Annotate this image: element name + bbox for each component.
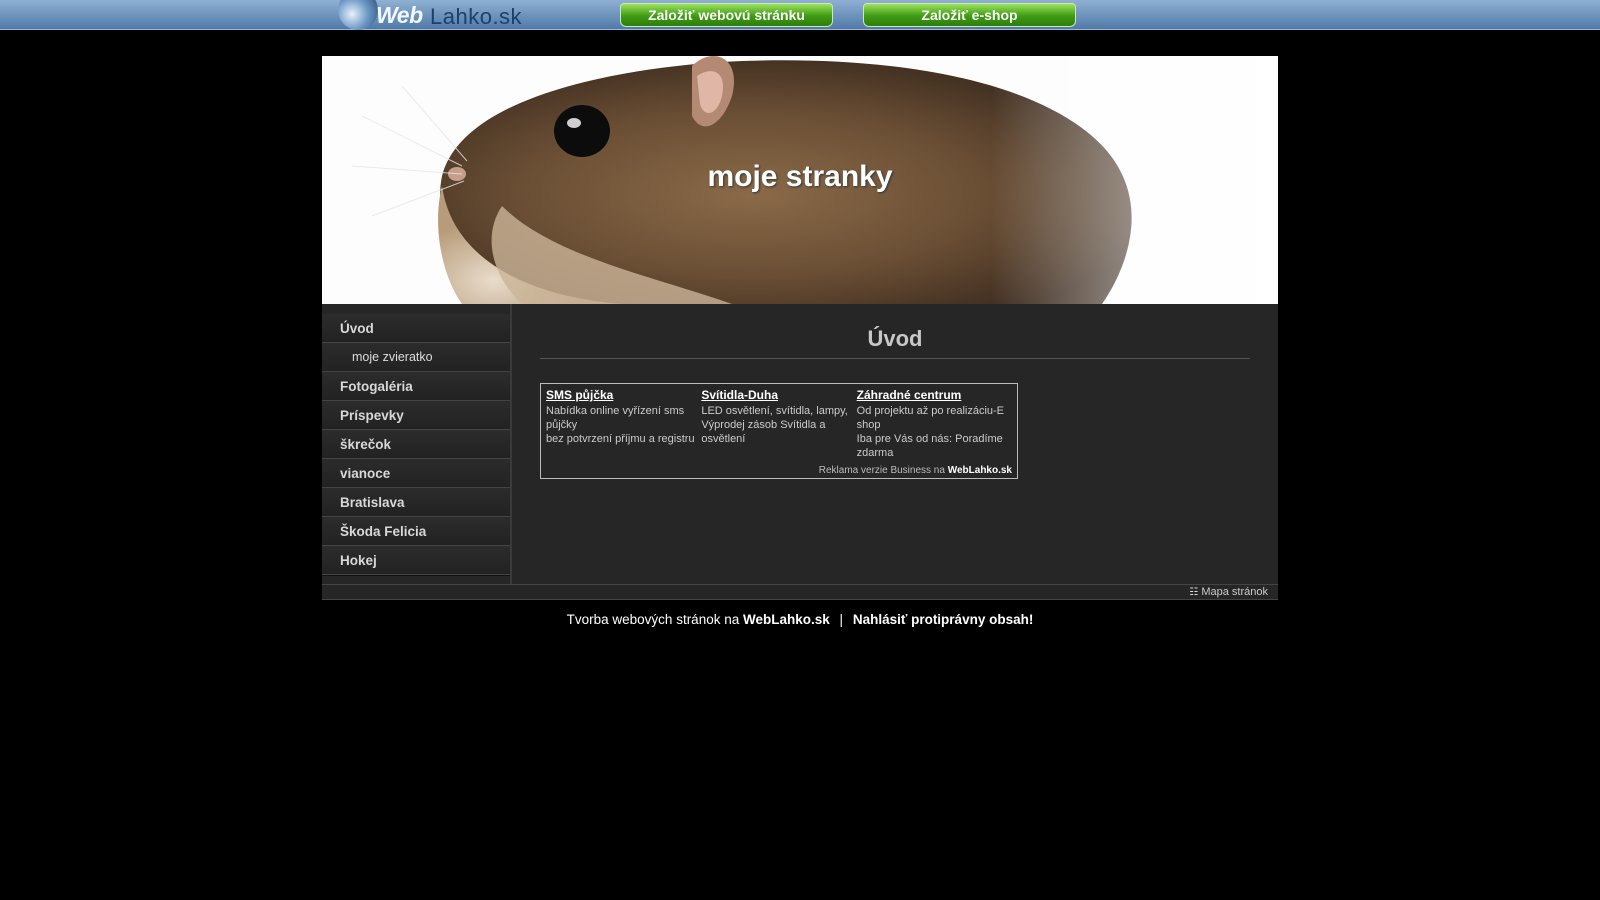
ad-link-svitidla-duha[interactable]: Svítidla-Duha — [701, 388, 852, 402]
ad-text: LED osvětlení, svítidla, lampy, Výprodej… — [701, 405, 848, 445]
ads-row: SMS půjčka Nabídka online vyřízení sms p… — [546, 388, 1012, 460]
page-title: Úvod — [540, 326, 1250, 359]
logo-rest-text: Lahko.sk — [430, 4, 523, 29]
ad-item: Záhradné centrum Od projektu až po reali… — [857, 388, 1012, 460]
site-title[interactable]: moje stranky — [322, 160, 1278, 194]
sidebar-item-moje-zvieratko[interactable]: moje zvieratko — [322, 343, 510, 372]
sitemap-link[interactable]: Mapa stránok — [1201, 586, 1268, 598]
site-title-text: moje stranky — [707, 160, 893, 193]
weblahko-link[interactable]: WebLahko.sk — [743, 612, 830, 627]
sidebar-nav: Úvod moje zvieratko Fotogaléria Príspevk… — [322, 304, 512, 584]
ads-footer-brand-link[interactable]: WebLahko.sk — [948, 465, 1012, 476]
sitemap-icon: ☷ — [1189, 587, 1199, 598]
ad-item: Svítidla-Duha LED osvětlení, svítidla, l… — [701, 388, 856, 460]
bottom-footer-text: Tvorba webových stránok na — [566, 612, 740, 627]
sidebar-item-uvod[interactable]: Úvod — [322, 314, 510, 343]
sidebar-item-bratislava[interactable]: Bratislava — [322, 488, 510, 517]
logo-web-text: Web — [376, 2, 423, 28]
sidebar-item-skoda-felicia[interactable]: Škoda Felicia — [322, 517, 510, 546]
globe-icon — [338, 0, 378, 30]
ads-footer-text: Reklama verzie Business na — [818, 465, 945, 476]
ad-text: Od projektu až po realizáciu-E shop Iba … — [856, 405, 1005, 459]
sidebar-item-fotogaleria[interactable]: Fotogaléria — [322, 372, 510, 401]
footer-separator: | — [839, 612, 844, 627]
page-container: moje stranky Úvod moje zvieratko Fotogal… — [322, 56, 1278, 600]
ad-link-zahradne-centrum[interactable]: Záhradné centrum — [857, 388, 1008, 402]
weblahko-logo[interactable]: Web Lahko.sk — [338, 0, 558, 30]
sidebar-item-hokej[interactable]: Hokej — [322, 546, 510, 575]
ads-box: SMS půjčka Nabídka online vyřízení sms p… — [540, 383, 1018, 479]
ad-item: SMS půjčka Nabídka online vyřízení sms p… — [546, 388, 701, 460]
top-bar: Web Lahko.sk Založiť webovú stránku Zalo… — [0, 0, 1600, 30]
ad-link-sms-pujcka[interactable]: SMS půjčka — [546, 388, 697, 402]
header-banner: moje stranky — [322, 56, 1278, 304]
ad-text: Nabídka online vyřízení sms půjčky bez p… — [546, 405, 695, 445]
report-content-link[interactable]: Nahlásiť protiprávny obsah! — [853, 612, 1034, 627]
create-eshop-button[interactable]: Založiť e-shop — [863, 3, 1076, 27]
body-area: Úvod moje zvieratko Fotogaléria Príspevk… — [322, 304, 1278, 584]
create-website-button[interactable]: Založiť webovú stránku — [620, 3, 833, 27]
footer-bar: ☷ Mapa stránok — [322, 584, 1278, 600]
sidebar-item-prispevky[interactable]: Príspevky — [322, 401, 510, 430]
ads-footer: Reklama verzie Business na WebLahko.sk — [546, 465, 1012, 476]
bottom-footer: Tvorba webových stránok na WebLahko.sk |… — [0, 612, 1600, 627]
main-content: Úvod SMS půjčka Nabídka online vyřízení … — [512, 304, 1278, 584]
sidebar-item-vianoce[interactable]: vianoce — [322, 459, 510, 488]
sidebar-item-skrecok[interactable]: škrečok — [322, 430, 510, 459]
